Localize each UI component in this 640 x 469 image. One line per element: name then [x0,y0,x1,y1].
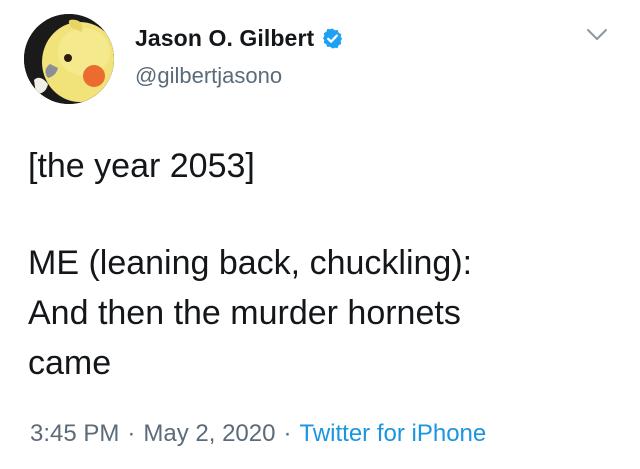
separator: · [283,420,292,447]
tweet-line: [the year 2053] [28,147,255,185]
tweet-line: came [28,344,112,382]
separator: · [127,420,136,447]
avatar[interactable] [24,14,114,104]
user-handle[interactable]: @gilbertjasono [135,63,282,89]
tweet-line: ME (leaning back, chuckling): [28,244,473,282]
tweet-line: And then the murder hornets [28,294,461,332]
chevron-down-icon[interactable] [585,26,609,44]
tweet-metadata: 3:45 PM · May 2, 2020 · Twitter for iPhone [30,420,486,448]
tweet-source-link[interactable]: Twitter for iPhone [299,420,486,447]
tweet-date[interactable]: May 2, 2020 [143,420,275,447]
tweet-text: [the year 2053] ME (leaning back, chuckl… [28,141,608,388]
display-name[interactable]: Jason O. Gilbert [135,25,314,52]
verified-badge-icon [323,28,343,49]
cockatiel-avatar-image [24,14,114,104]
author-row: Jason O. Gilbert [135,25,344,52]
tweet-card: Jason O. Gilbert @gilbertjasono [the yea… [0,0,640,469]
tweet-time[interactable]: 3:45 PM [30,420,119,447]
